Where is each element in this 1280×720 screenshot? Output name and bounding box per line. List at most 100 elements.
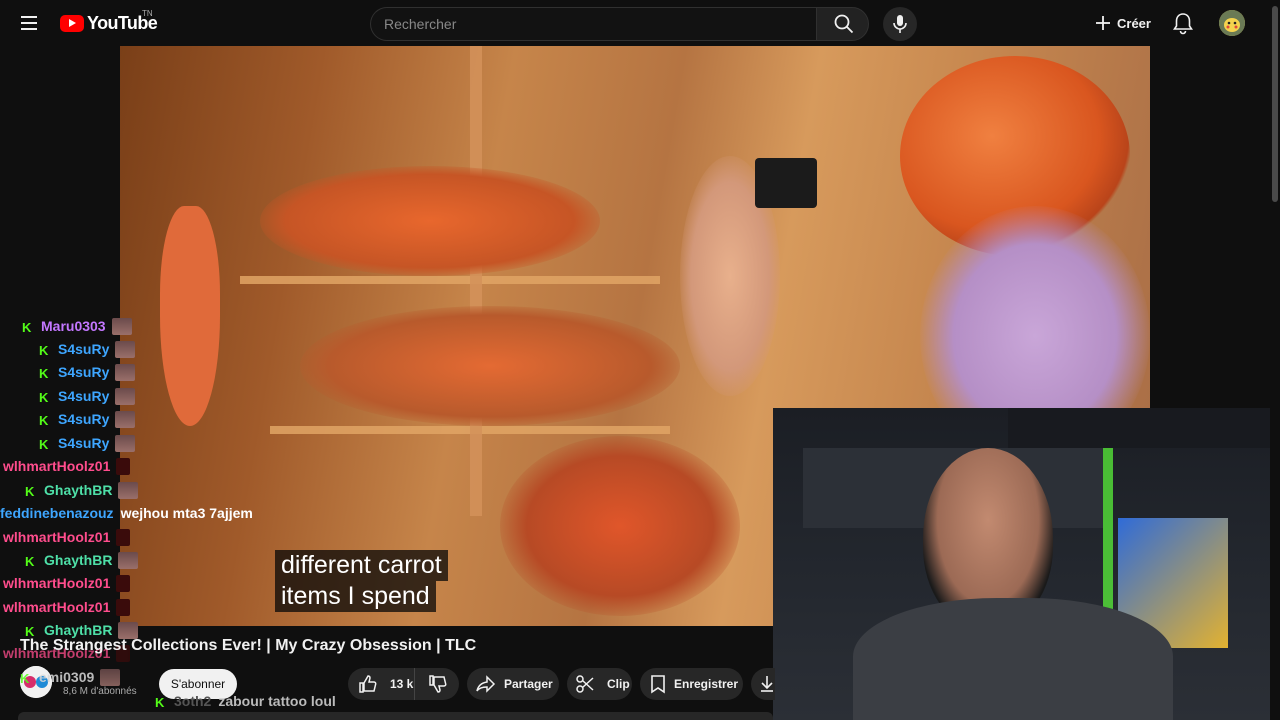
video-frame-detail: [500, 436, 740, 616]
account-avatar[interactable]: [1219, 10, 1245, 36]
chat-line: wlhmartHoolz01: [3, 573, 131, 593]
chat-username: S4suRy: [58, 364, 110, 380]
save-label: Enregistrer: [674, 677, 739, 691]
video-frame-detail: [260, 166, 600, 276]
webcam-background-detail: [1008, 408, 1280, 448]
chat-line: K GhaythBR: [25, 550, 139, 570]
video-frame-detail: [160, 206, 220, 426]
chat-message: zabour tattoo loul: [218, 693, 336, 709]
chat-line: wlhmartHoolz01: [3, 527, 131, 547]
emote-icon: [115, 410, 136, 428]
like-count: 13 k: [390, 677, 414, 691]
youtube-play-icon: [60, 14, 84, 32]
chat-username: GhaythBR: [44, 552, 113, 568]
avatar-image-icon: [1219, 10, 1245, 36]
kick-badge-icon: K: [39, 390, 49, 405]
chat-username: feddinebenazouz: [0, 505, 114, 521]
search-button[interactable]: [816, 7, 869, 41]
top-bar: YouTube TN Créer: [0, 0, 1280, 46]
chat-line: feddinebenazouz wejhou mta3 7ajjem: [0, 503, 253, 523]
emote-icon: [116, 528, 131, 546]
emote-icon: [116, 598, 131, 616]
video-frame-detail: [755, 158, 817, 208]
kick-badge-icon: K: [39, 343, 49, 358]
video-frame-detail: [300, 306, 680, 426]
kick-badge-icon: K: [155, 695, 165, 710]
create-button[interactable]: Créer: [1087, 7, 1159, 39]
thumbs-down-icon: [429, 675, 447, 693]
video-title: The Strangest Collections Ever! | My Cra…: [20, 637, 477, 654]
kick-badge-icon: K: [25, 624, 35, 639]
kick-badge-icon: K: [20, 671, 30, 686]
bookmark-icon: [651, 675, 665, 694]
kick-badge-icon: K: [25, 554, 35, 569]
emote-icon: [115, 387, 136, 405]
logo-country: TN: [142, 9, 153, 18]
kick-badge-icon: K: [39, 437, 49, 452]
notifications-button[interactable]: [1170, 10, 1196, 36]
chat-username: S4suRy: [58, 435, 110, 451]
kick-badge-icon: K: [22, 320, 32, 335]
dislike-button[interactable]: [414, 668, 459, 700]
scissors-icon: [576, 675, 594, 693]
like-button[interactable]: 13 k: [348, 668, 414, 700]
search-box[interactable]: [370, 7, 817, 41]
chat-line: wlhmartHoolz01: [3, 597, 131, 617]
chat-username: wlhmartHoolz01: [3, 529, 111, 545]
hamburger-icon[interactable]: [18, 11, 42, 35]
caption-line-1: different carrot: [275, 550, 448, 581]
chat-username: S4suRy: [58, 411, 110, 427]
youtube-logo[interactable]: YouTube TN: [60, 9, 158, 33]
emote-icon: [118, 621, 139, 639]
description-box-edge[interactable]: [18, 712, 773, 720]
chat-line: Kemi0309: [20, 667, 121, 687]
share-button[interactable]: Partager: [467, 668, 559, 700]
emote-icon: [115, 363, 136, 381]
save-button[interactable]: Enregistrer: [640, 668, 743, 700]
video-frame-detail: [240, 276, 660, 284]
search-input[interactable]: [384, 16, 804, 32]
chat-username: 3oth2: [174, 693, 212, 709]
streamer-hoodie: [853, 598, 1173, 720]
create-label: Créer: [1117, 15, 1151, 31]
chat-line: K S4suRy: [39, 433, 136, 453]
page-scrollbar[interactable]: [1270, 0, 1280, 720]
emote-icon: [100, 668, 121, 686]
chat-username: GhaythBR: [44, 622, 113, 638]
video-frame-detail: [470, 46, 482, 516]
microphone-icon: [893, 15, 907, 33]
clip-label: Clip: [607, 677, 630, 691]
kick-badge-icon: K: [39, 366, 49, 381]
emote-icon: [118, 551, 139, 569]
emote-icon: [118, 481, 139, 499]
chat-username: wlhmartHoolz01: [3, 599, 111, 615]
channel-subscribers: 8,6 M d'abonnés: [63, 686, 137, 697]
download-button[interactable]: [751, 668, 775, 700]
chat-username: S4suRy: [58, 388, 110, 404]
chat-line: K S4suRy: [39, 386, 136, 406]
emote-icon: [115, 434, 136, 452]
chat-line: wlhmartHoolz01: [3, 456, 131, 476]
emote-icon: [111, 317, 132, 335]
chat-line: K Maru0303: [22, 316, 132, 336]
chat-username: wlhmartHoolz01: [3, 575, 111, 591]
download-icon: [761, 676, 773, 692]
scrollbar-thumb[interactable]: [1272, 6, 1278, 202]
search-icon: [834, 14, 854, 34]
chat-username: wlhmartHoolz01: [3, 458, 111, 474]
emote-icon: [116, 457, 131, 475]
chat-line: K 3oth2 zabour tattoo loul: [155, 691, 336, 711]
emote-icon: [115, 340, 136, 358]
voice-search-button[interactable]: [883, 7, 917, 41]
share-label: Partager: [504, 677, 553, 691]
plus-icon: [1096, 16, 1110, 30]
bell-icon: [1173, 13, 1193, 35]
kick-badge-icon: K: [25, 484, 35, 499]
chat-line: K S4suRy: [39, 409, 136, 429]
thumbs-up-icon: [359, 675, 377, 693]
video-caption: different carrot items I spend: [275, 550, 448, 612]
clip-button[interactable]: Clip: [567, 668, 632, 700]
share-arrow-icon: [476, 675, 496, 693]
emote-icon: [116, 574, 131, 592]
chat-line: K S4suRy: [39, 339, 136, 359]
